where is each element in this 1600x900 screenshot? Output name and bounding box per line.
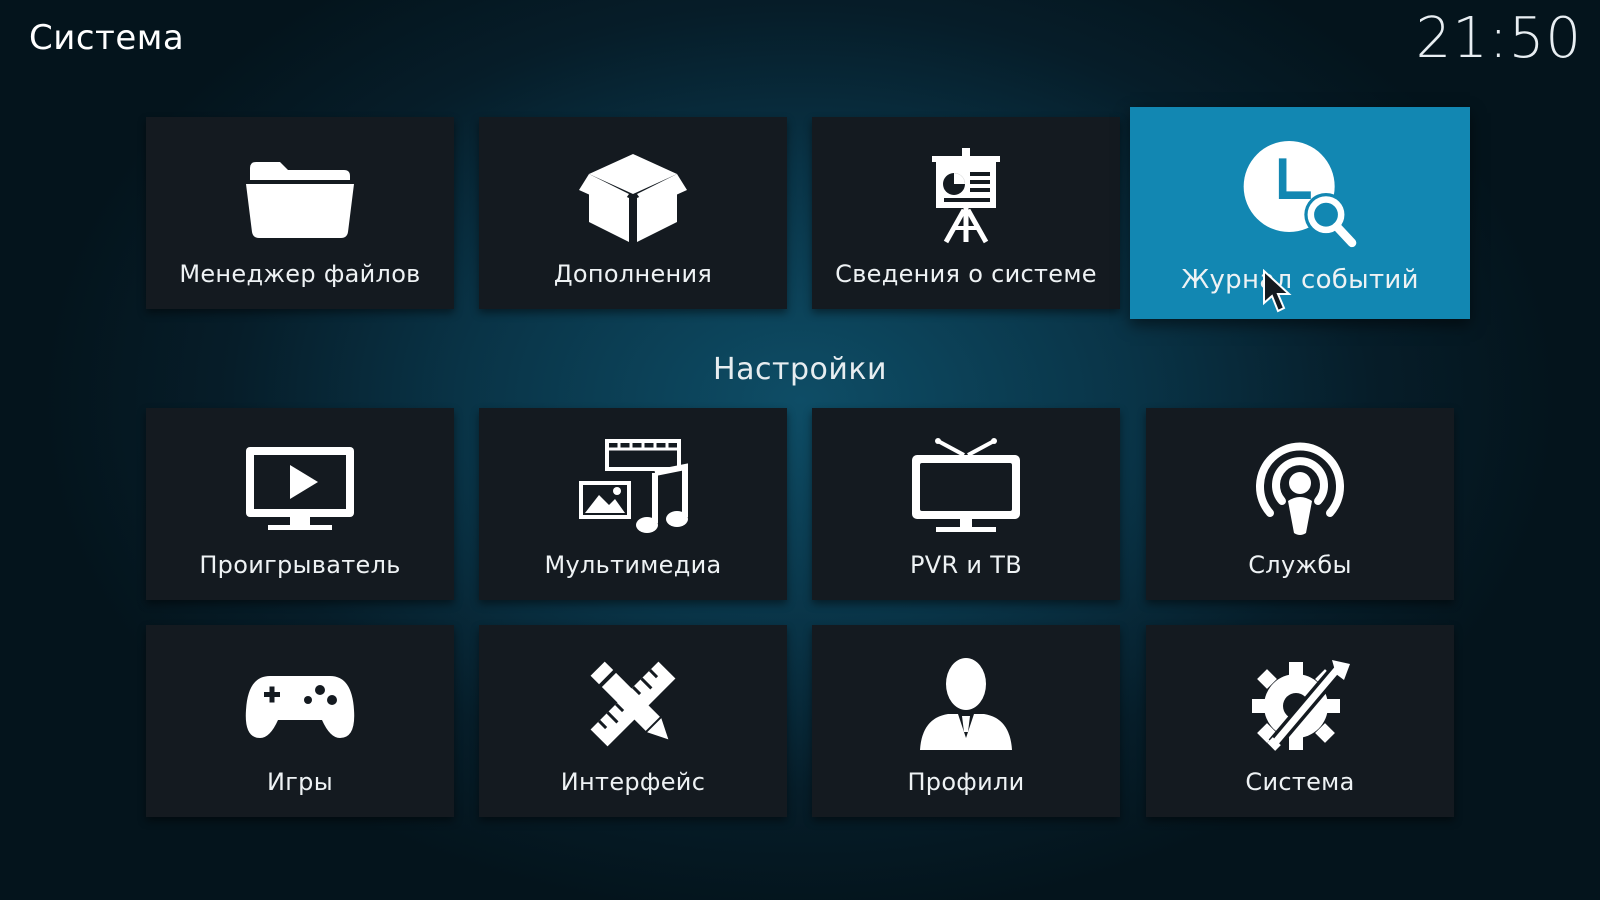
tile-label: Менеджер файлов [179,260,421,288]
player-screen-icon [146,432,454,542]
tile-services[interactable]: Службы [1146,408,1454,600]
tile-player[interactable]: Проигрыватель [146,408,454,600]
tile-addons[interactable]: Дополнения [479,117,787,309]
tv-icon [812,432,1120,542]
tile-label: Игры [267,768,333,796]
tile-label: Мультимедиа [544,551,722,579]
tile-label: PVR и ТВ [910,551,1022,579]
tile-interface[interactable]: Интерфейс [479,625,787,817]
tile-label: Журнал событий [1181,265,1419,295]
tile-file-manager[interactable]: Менеджер файлов [146,117,454,309]
folder-icon [146,141,454,251]
event-log-clock-icon [1130,133,1470,253]
tile-label: Службы [1248,551,1352,579]
gamepad-icon [146,649,454,759]
tile-label: Профили [907,768,1025,796]
tile-label: Проигрыватель [199,551,401,579]
pencil-ruler-icon [479,649,787,759]
page-title: Система [29,18,185,58]
addons-box-icon [479,141,787,251]
mouse-cursor-icon [1263,269,1292,313]
presentation-chart-icon [812,141,1120,251]
tile-label: Дополнения [553,260,713,288]
media-icon [479,432,787,542]
user-profile-icon [812,649,1120,759]
tile-event-log[interactable]: Журнал событий [1130,107,1470,319]
clock: 21:50 [1415,6,1582,71]
tile-system-settings[interactable]: Система [1146,625,1454,817]
gear-tools-icon [1146,649,1454,759]
tile-games[interactable]: Игры [146,625,454,817]
tile-profiles[interactable]: Профили [812,625,1120,817]
podcast-services-icon [1146,432,1454,542]
tile-pvr-tv[interactable]: PVR и ТВ [812,408,1120,600]
tile-label: Интерфейс [560,768,706,796]
settings-heading: Настройки [713,352,887,387]
tile-media[interactable]: Мультимедиа [479,408,787,600]
tile-label: Сведения о системе [835,260,1097,288]
tile-label: Система [1245,768,1355,796]
tile-system-info[interactable]: Сведения о системе [812,117,1120,309]
